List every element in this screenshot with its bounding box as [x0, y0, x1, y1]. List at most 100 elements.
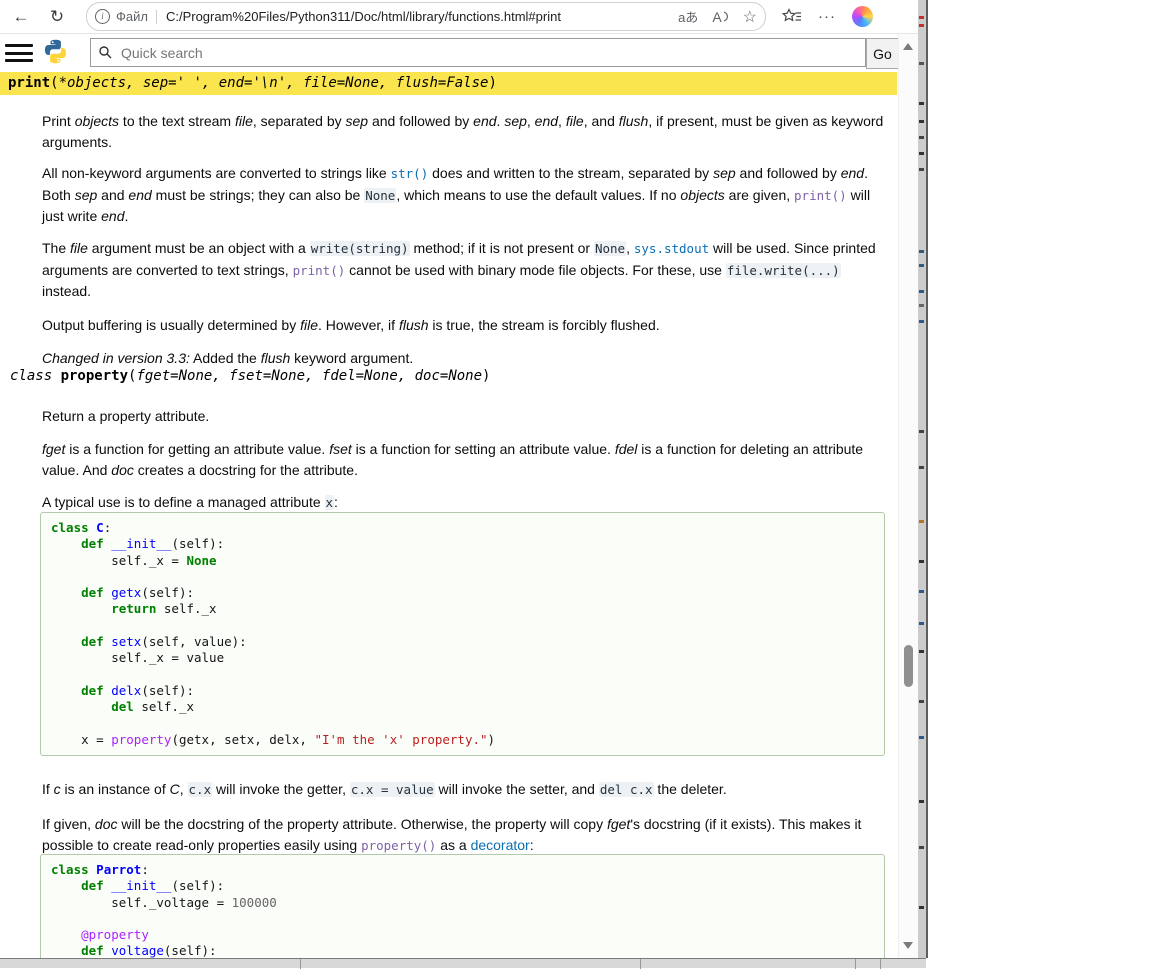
favorites-collections-icon[interactable]	[782, 8, 802, 25]
scrollbar-thumb[interactable]	[904, 645, 913, 687]
text-run: doc	[95, 816, 118, 832]
code-token: )	[488, 732, 496, 747]
text-run: print	[8, 75, 50, 91]
text-run: sep	[504, 113, 527, 129]
text-run: doc	[111, 462, 134, 478]
text-run: Return a property attribute.	[42, 408, 209, 424]
text-run: )	[488, 75, 496, 91]
minimap-mark	[919, 590, 924, 593]
inline-link[interactable]: sys.stdout	[634, 241, 709, 256]
back-icon[interactable]: ←	[6, 3, 36, 31]
vertical-scrollbar[interactable]	[898, 34, 918, 958]
code-token: del	[111, 699, 134, 714]
code-line: class C:	[51, 520, 874, 536]
text-run: ,	[626, 240, 634, 256]
text-run: is an instance of	[61, 781, 170, 797]
inline-link[interactable]: decorator	[471, 837, 530, 853]
browser-toolbar: ← ↻ i Файл C:/Program%20Files/Python311/…	[0, 0, 918, 34]
text-run: argument must be an object with a	[88, 240, 310, 256]
refresh-icon[interactable]: ↻	[42, 3, 72, 31]
read-aloud-icon[interactable]: A	[712, 9, 728, 25]
paragraph-changed-version: Changed in version 3.3: Added the flush …	[42, 348, 887, 369]
text-run: property	[61, 368, 128, 384]
bottom-window-edge	[0, 958, 926, 968]
code-token: :	[141, 862, 149, 877]
property-signature: class property(fget=None, fset=None, fde…	[10, 368, 490, 384]
more-menu-icon[interactable]: ···	[818, 8, 836, 25]
minimap-mark	[919, 622, 924, 625]
code-token: __init__	[111, 878, 171, 893]
text-run: file	[566, 113, 584, 129]
print-signature-highlighted: print(*objects, sep=' ', end='\n', file=…	[0, 72, 897, 95]
minimap-mark	[919, 846, 924, 849]
inline-link[interactable]: print()	[293, 263, 346, 278]
code-token: (self):	[171, 878, 224, 893]
text-run: flush	[399, 317, 429, 333]
go-button[interactable]: Go	[866, 38, 899, 69]
inline-link[interactable]: print()	[794, 188, 847, 203]
page-info-icon[interactable]: i	[95, 9, 110, 24]
minimap-mark	[919, 120, 924, 123]
code-token: def	[81, 683, 104, 698]
text-run: )	[482, 368, 490, 384]
read-aloud-arc	[723, 11, 729, 22]
menu-hamburger-icon[interactable]	[5, 44, 33, 62]
code-token	[51, 878, 81, 893]
text-run: is a function for getting an attribute v…	[65, 441, 329, 457]
text-run: file	[70, 240, 88, 256]
docs-content: print(*objects, sep=' ', end='\n', file=…	[0, 70, 897, 958]
paragraph-print-2: All non-keyword arguments are converted …	[42, 163, 887, 227]
favorite-star-icon[interactable]: ☆	[743, 7, 757, 27]
text-run: will be the docstring of the property at…	[118, 816, 607, 832]
text-run: class	[10, 368, 61, 384]
code-line: self._voltage = 100000	[51, 895, 874, 911]
text-run: the deleter.	[654, 781, 727, 797]
code-token	[51, 927, 81, 942]
inline-link[interactable]: property()	[361, 838, 436, 853]
paragraph-print-4: Output buffering is usually determined b…	[42, 315, 887, 336]
scrollbar-up-arrow-icon[interactable]	[903, 43, 913, 50]
text-run: is a function for setting an attribute v…	[352, 441, 615, 457]
copilot-icon[interactable]	[852, 6, 873, 27]
translate-icon[interactable]: aあ	[678, 7, 698, 26]
minimap-mark	[919, 906, 924, 909]
code-line: def setx(self, value):	[51, 634, 874, 650]
text-run: Changed in version 3.3:	[42, 350, 190, 366]
address-bar[interactable]: i Файл C:/Program%20Files/Python311/Doc/…	[86, 2, 766, 31]
minimap-mark	[919, 102, 924, 105]
python-logo-icon[interactable]	[42, 38, 69, 70]
text-run: flush	[261, 350, 291, 366]
text-run: file	[235, 113, 253, 129]
code-line: def delx(self):	[51, 683, 874, 699]
minimap-mark	[919, 700, 924, 703]
text-run: fget=None, fset=None, fdel=None, doc=Non…	[136, 368, 482, 384]
text-run: fget	[607, 816, 630, 832]
text-run: method; if it is not present or	[410, 240, 594, 256]
browser-window: ← ↻ i Файл C:/Program%20Files/Python311/…	[0, 0, 918, 958]
address-url[interactable]: C:/Program%20Files/Python311/Doc/html/li…	[166, 9, 664, 24]
text-run: end	[128, 187, 151, 203]
inline-link[interactable]: str()	[391, 166, 429, 181]
minimap-mark	[919, 430, 924, 433]
inline-code: file.write(...)	[726, 263, 841, 278]
search-input[interactable]	[119, 44, 857, 62]
code-token	[51, 943, 81, 958]
text-run: , and	[584, 113, 619, 129]
code-token: return	[111, 601, 156, 616]
code-token: C	[96, 520, 104, 535]
code-token: delx	[111, 683, 141, 698]
address-scheme-label: Файл	[116, 9, 148, 24]
text-run: and followed by	[736, 165, 841, 181]
code-token: self._x	[156, 601, 216, 616]
text-run: :	[334, 494, 338, 510]
scrollbar-down-arrow-icon[interactable]	[903, 942, 913, 949]
paragraph-property-2: fget is a function for getting an attrib…	[42, 439, 887, 480]
paragraph-property-5: If given, doc will be the docstring of t…	[42, 814, 887, 856]
text-run: end	[535, 113, 558, 129]
minimap-mark	[919, 62, 924, 65]
text-run: is true, the stream is forcibly flushed.	[429, 317, 660, 333]
docs-header: Go	[0, 34, 897, 70]
text-run: will invoke the setter, and	[435, 781, 599, 797]
code-token: 100000	[232, 895, 277, 910]
text-run: c	[54, 781, 61, 797]
